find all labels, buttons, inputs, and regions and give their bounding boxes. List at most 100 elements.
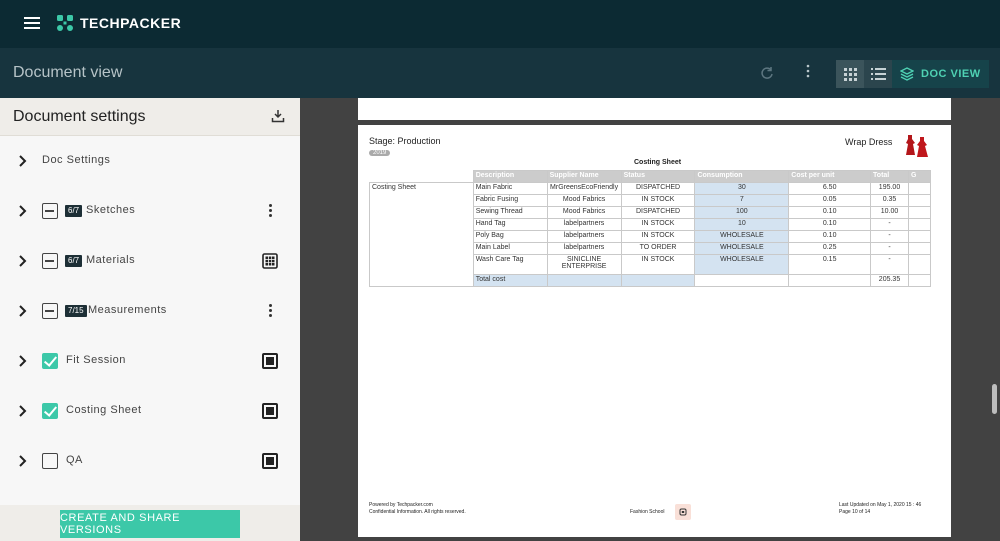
layout-square-icon[interactable] xyxy=(262,403,278,419)
tree-item-qa[interactable]: QA xyxy=(0,446,300,476)
sheet-title: Costing Sheet xyxy=(634,159,682,166)
tree-item-doc-settings[interactable]: Doc Settings xyxy=(0,146,300,176)
tree-item-measurements[interactable]: 7/15 Measurements xyxy=(0,296,300,326)
partial-checkbox[interactable] xyxy=(42,253,58,269)
table-cell: SINICLINE ENTERPRISE xyxy=(546,254,622,275)
tree-item-label: Sketches xyxy=(86,204,136,216)
more-options-icon[interactable] xyxy=(806,64,810,82)
table-cell: 0.15 xyxy=(788,254,872,275)
dress-thumbnail xyxy=(906,135,928,157)
tree-item-label: QA xyxy=(66,454,83,466)
download-icon[interactable] xyxy=(271,109,285,123)
view-switcher: DOC VIEW xyxy=(836,60,989,88)
kebab-menu-icon[interactable] xyxy=(266,203,274,219)
table-cell: WHOLESALE xyxy=(694,230,790,243)
total-label: Total cost xyxy=(472,274,548,287)
table-cell: 7 xyxy=(694,194,790,207)
top-bar: TECHPACKER xyxy=(0,0,1000,48)
doc-view-button[interactable]: DOC VIEW xyxy=(892,60,989,88)
checked-checkbox[interactable] xyxy=(42,403,58,419)
table-cell: DISPATCHED xyxy=(620,206,696,219)
total-value: 205.35 xyxy=(870,274,909,287)
empty-checkbox[interactable] xyxy=(42,453,58,469)
table-cell: Mood Fabrics xyxy=(546,206,622,219)
create-share-versions-button[interactable]: CREATE AND SHARE VERSIONS xyxy=(60,510,240,538)
table-cell: 0.05 xyxy=(788,194,872,207)
tree-item-sketches[interactable]: 6/7 Sketches xyxy=(0,196,300,226)
tree-item-costing-sheet[interactable]: Costing Sheet xyxy=(0,396,300,426)
table-cell: 100 xyxy=(694,206,790,219)
layers-icon xyxy=(900,67,914,81)
refresh-icon[interactable] xyxy=(760,66,774,80)
partial-checkbox[interactable] xyxy=(42,303,58,319)
doc-view-label: DOC VIEW xyxy=(921,68,981,80)
document-page: Stage: Production 2019 Wrap Dress Costin… xyxy=(358,125,951,537)
table-cell: MrGreensEcoFriendly xyxy=(546,182,622,195)
chevron-right-icon[interactable] xyxy=(17,404,27,418)
column-header: Cost per unit xyxy=(788,170,872,183)
school-logo-icon xyxy=(675,504,691,520)
brand-logo[interactable]: TECHPACKER xyxy=(56,14,181,32)
table-cell: labelpartners xyxy=(546,218,622,231)
sidebar-title: Document settings xyxy=(13,108,146,125)
table-cell: - xyxy=(870,254,909,275)
tree-item-label: Materials xyxy=(86,254,136,266)
kebab-menu-icon[interactable] xyxy=(266,303,274,319)
table-cell: - xyxy=(870,218,909,231)
grid-icon xyxy=(843,67,857,81)
layout-square-icon[interactable] xyxy=(262,453,278,469)
partial-checkbox[interactable] xyxy=(42,203,58,219)
table-cell: Wash Care Tag xyxy=(472,254,548,275)
scrollbar-thumb[interactable] xyxy=(992,384,997,414)
row-label: Costing Sheet xyxy=(369,182,474,287)
chevron-right-icon[interactable] xyxy=(17,154,27,168)
chevron-right-icon[interactable] xyxy=(17,454,27,468)
count-badge: 7/15 xyxy=(65,305,87,317)
product-name: Wrap Dress xyxy=(845,137,893,147)
column-header: G xyxy=(907,170,932,183)
grid-view-button[interactable] xyxy=(836,60,864,88)
table-cell: Main Fabric xyxy=(472,182,548,195)
page-number: Page 10 of 14 xyxy=(839,509,871,515)
table-cell: labelpartners xyxy=(546,242,622,255)
tree-item-fit-session[interactable]: Fit Session xyxy=(0,346,300,376)
layout-square-icon[interactable] xyxy=(262,353,278,369)
last-updated-text: Last Updated on May 1, 2020 15 : 46 xyxy=(839,502,922,508)
confidential-text: Confidential Information. All rights res… xyxy=(369,509,466,515)
table-cell: 0.10 xyxy=(788,218,872,231)
table-grid-icon[interactable] xyxy=(262,253,278,269)
previous-page xyxy=(358,98,951,120)
list-view-button[interactable] xyxy=(864,60,892,88)
chevron-right-icon[interactable] xyxy=(17,254,27,268)
table-cell: Fabric Fusing xyxy=(472,194,548,207)
chevron-right-icon[interactable] xyxy=(17,304,27,318)
table-cell: 10 xyxy=(694,218,790,231)
brand-name: TECHPACKER xyxy=(80,15,182,31)
table-cell: Main Label xyxy=(472,242,548,255)
table-header-row: Description Supplier Name Status Consump… xyxy=(370,170,932,183)
table-cell: WHOLESALE xyxy=(694,242,790,255)
table-cell: 30 xyxy=(694,182,790,195)
table-cell: - xyxy=(870,242,909,255)
table-cell: Sewing Thread xyxy=(472,206,548,219)
table-cell: TO ORDER xyxy=(620,242,696,255)
column-header: Description xyxy=(472,170,548,183)
count-badge: 6/7 xyxy=(65,205,83,217)
costing-table: Description Supplier Name Status Consump… xyxy=(369,170,932,287)
table-cell: 0.10 xyxy=(788,230,872,243)
chevron-right-icon[interactable] xyxy=(17,204,27,218)
page-title: Document view xyxy=(13,64,123,81)
stage-label: Stage: Production xyxy=(369,136,441,146)
column-header: Total xyxy=(870,170,909,183)
school-name: Fashion School xyxy=(630,509,665,515)
tree-item-label: Fit Session xyxy=(66,354,126,366)
chevron-right-icon[interactable] xyxy=(17,354,27,368)
sidebar-header: Document settings xyxy=(0,98,300,136)
table-row: Costing Sheet Main Fabric MrGreensEcoFri… xyxy=(369,182,932,287)
list-icon xyxy=(870,68,886,80)
menu-icon[interactable] xyxy=(24,17,40,31)
checked-checkbox[interactable] xyxy=(42,353,58,369)
tree-item-materials[interactable]: 6/7 Materials xyxy=(0,246,300,276)
page-footer-right: Last Updated on May 1, 2020 15 : 46 Page… xyxy=(839,502,921,516)
table-cell: Hand Tag xyxy=(472,218,548,231)
